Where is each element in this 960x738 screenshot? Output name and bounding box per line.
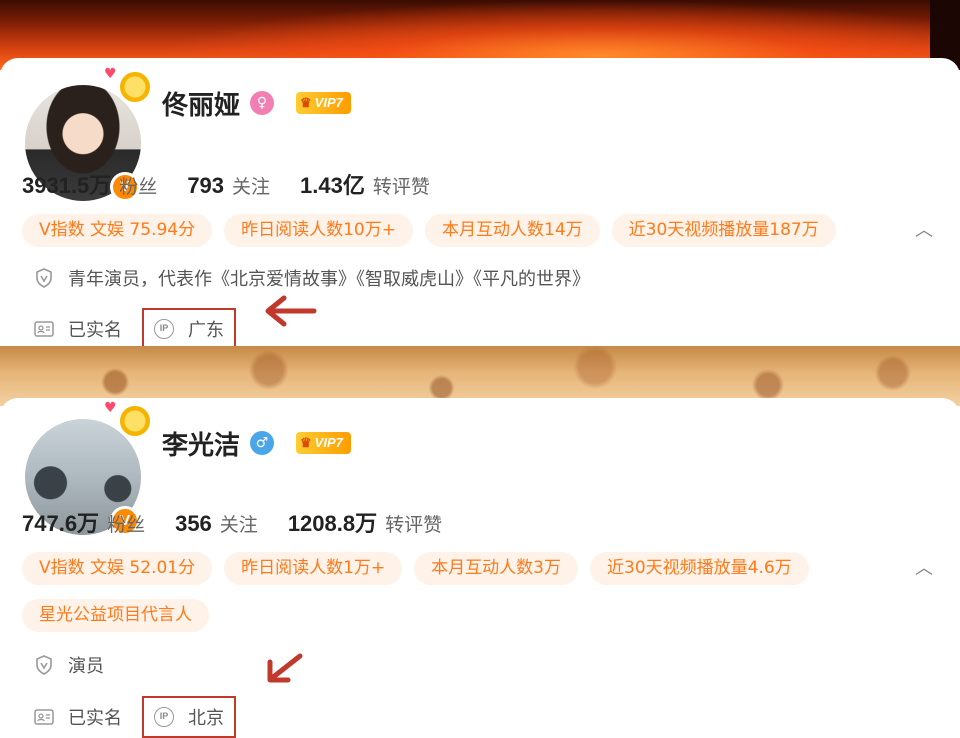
crown-icon: ♛ [300, 95, 312, 110]
stat-interactions: 1.43亿 转评赞 [300, 168, 430, 200]
description-row: 青年演员，代表作《北京爱情故事》《智取威虎山》《平凡的世界》 [34, 265, 590, 291]
vip-badge[interactable]: ♛ VIP7 [296, 92, 351, 114]
stats-row: 747.6万 粉丝 356 关注 1208.8万 转评赞 [22, 506, 472, 538]
profile-body: V ♥ 佟丽娅 ♀ ♛ VIP7 3931.5万 粉丝 793 关注 1.43亿 转评赞… [0, 58, 960, 350]
ip-location-highlight: IP 北京 [142, 696, 236, 738]
tag-monthly-interactions[interactable]: 本月互动人数14万 [425, 214, 600, 247]
stat-fans[interactable]: 747.6万 粉丝 [22, 506, 145, 538]
stat-value: 793 [187, 173, 225, 198]
stat-label: 粉丝 [119, 176, 158, 198]
ip-location-highlight: IP 广东 [142, 308, 236, 350]
crown-icon: ♛ [300, 435, 312, 450]
ip-icon: IP [154, 707, 174, 727]
shield-v-icon [34, 268, 54, 288]
id-card-icon [34, 707, 54, 727]
stat-value: 1.43亿 [300, 173, 365, 198]
name-row: 佟丽娅 ♀ ♛ VIP7 [162, 86, 351, 121]
heart-icon: ♥ [104, 400, 117, 416]
shield-v-icon [34, 655, 54, 675]
stat-label: 转评赞 [372, 176, 430, 198]
stat-following[interactable]: 793 关注 [187, 172, 270, 199]
vip-label: VIP7 [314, 95, 343, 110]
avatar-decoration: ♥ [104, 400, 156, 440]
ip-location: 北京 [188, 708, 224, 729]
meta-row: 已实名 IP 北京 [34, 696, 236, 738]
stat-label: 转评赞 [385, 514, 443, 536]
profile-name: 李光洁 [162, 430, 241, 461]
tag-list: V指数 文娱 52.01分 昨日阅读人数1万+ 本月互动人数3万 近30天视频播… [22, 552, 922, 646]
stats-row: 3931.5万 粉丝 793 关注 1.43亿 转评赞 [22, 168, 460, 200]
profile-card-2: V ♥ 李光洁 ♂ ♛ VIP7 747.6万 粉丝 356 关注 1208.8万 转评… [0, 346, 960, 738]
stat-label: 关注 [219, 514, 258, 536]
tag-video-plays[interactable]: 近30天视频播放量4.6万 [590, 552, 809, 585]
badge-lock-icon [118, 404, 152, 438]
tag-charity-ambassador[interactable]: 星光公益项目代言人 [22, 599, 209, 632]
real-name-item: 已实名 [34, 704, 122, 730]
stat-value: 747.6万 [22, 511, 100, 536]
ip-location: 广东 [188, 320, 224, 341]
stat-label: 关注 [232, 176, 271, 198]
tag-v-index[interactable]: V指数 文娱 75.94分 [22, 214, 213, 247]
avatar-decoration: ♥ [104, 66, 156, 106]
ip-icon: IP [154, 319, 174, 339]
profile-card-1: V ♥ 佟丽娅 ♀ ♛ VIP7 3931.5万 粉丝 793 关注 1.43亿 转评赞… [0, 0, 960, 350]
tag-v-index[interactable]: V指数 文娱 52.01分 [22, 552, 213, 585]
stat-interactions: 1208.8万 转评赞 [288, 506, 442, 538]
real-name-label: 已实名 [68, 320, 122, 341]
annotation-arrow-icon [265, 295, 317, 327]
collapse-chevron-icon[interactable]: ︿ [912, 219, 936, 243]
tag-row: V指数 文娱 52.01分 昨日阅读人数1万+ 本月互动人数3万 近30天视频播… [22, 552, 922, 585]
stat-value: 356 [175, 511, 212, 536]
tag-video-plays[interactable]: 近30天视频播放量187万 [611, 214, 836, 247]
name-row: 李光洁 ♂ ♛ VIP7 [162, 426, 351, 461]
stat-value: 3931.5万 [22, 173, 112, 198]
profile-banner [0, 346, 960, 406]
profile-description: 演员 [68, 656, 104, 677]
id-card-icon [34, 319, 54, 339]
description-row: 演员 [34, 652, 104, 678]
tag-daily-readers[interactable]: 昨日阅读人数1万+ [224, 552, 403, 585]
male-icon: ♂ [250, 431, 275, 455]
profile-body: V ♥ 李光洁 ♂ ♛ VIP7 747.6万 粉丝 356 关注 1208.8万 转评… [0, 398, 960, 738]
heart-icon: ♥ [104, 66, 117, 82]
stat-label: 粉丝 [107, 514, 146, 536]
collapse-chevron-icon[interactable]: ︿ [912, 557, 936, 581]
stat-following[interactable]: 356 关注 [175, 510, 258, 537]
tag-row: 星光公益项目代言人 [22, 599, 922, 632]
profile-name: 佟丽娅 [162, 90, 241, 121]
stat-value: 1208.8万 [287, 511, 378, 536]
female-icon: ♀ [250, 91, 275, 115]
stat-fans[interactable]: 3931.5万 粉丝 [22, 168, 157, 200]
tag-daily-readers[interactable]: 昨日阅读人数10万+ [224, 214, 413, 247]
tag-list: V指数 文娱 75.94分 昨日阅读人数10万+ 本月互动人数14万 近30天视… [22, 214, 922, 261]
badge-lock-icon [118, 70, 152, 104]
vip-badge[interactable]: ♛ VIP7 [296, 432, 351, 454]
annotation-arrow-icon [267, 653, 303, 683]
real-name-label: 已实名 [68, 708, 122, 729]
tag-monthly-interactions[interactable]: 本月互动人数3万 [414, 552, 578, 585]
vip-label: VIP7 [314, 435, 343, 450]
meta-row: 已实名 IP 广东 [34, 308, 236, 350]
profile-description: 青年演员，代表作《北京爱情故事》《智取威虎山》《平凡的世界》 [68, 269, 590, 290]
tag-row: V指数 文娱 75.94分 昨日阅读人数10万+ 本月互动人数14万 近30天视… [22, 214, 922, 247]
real-name-item: 已实名 [34, 316, 122, 342]
